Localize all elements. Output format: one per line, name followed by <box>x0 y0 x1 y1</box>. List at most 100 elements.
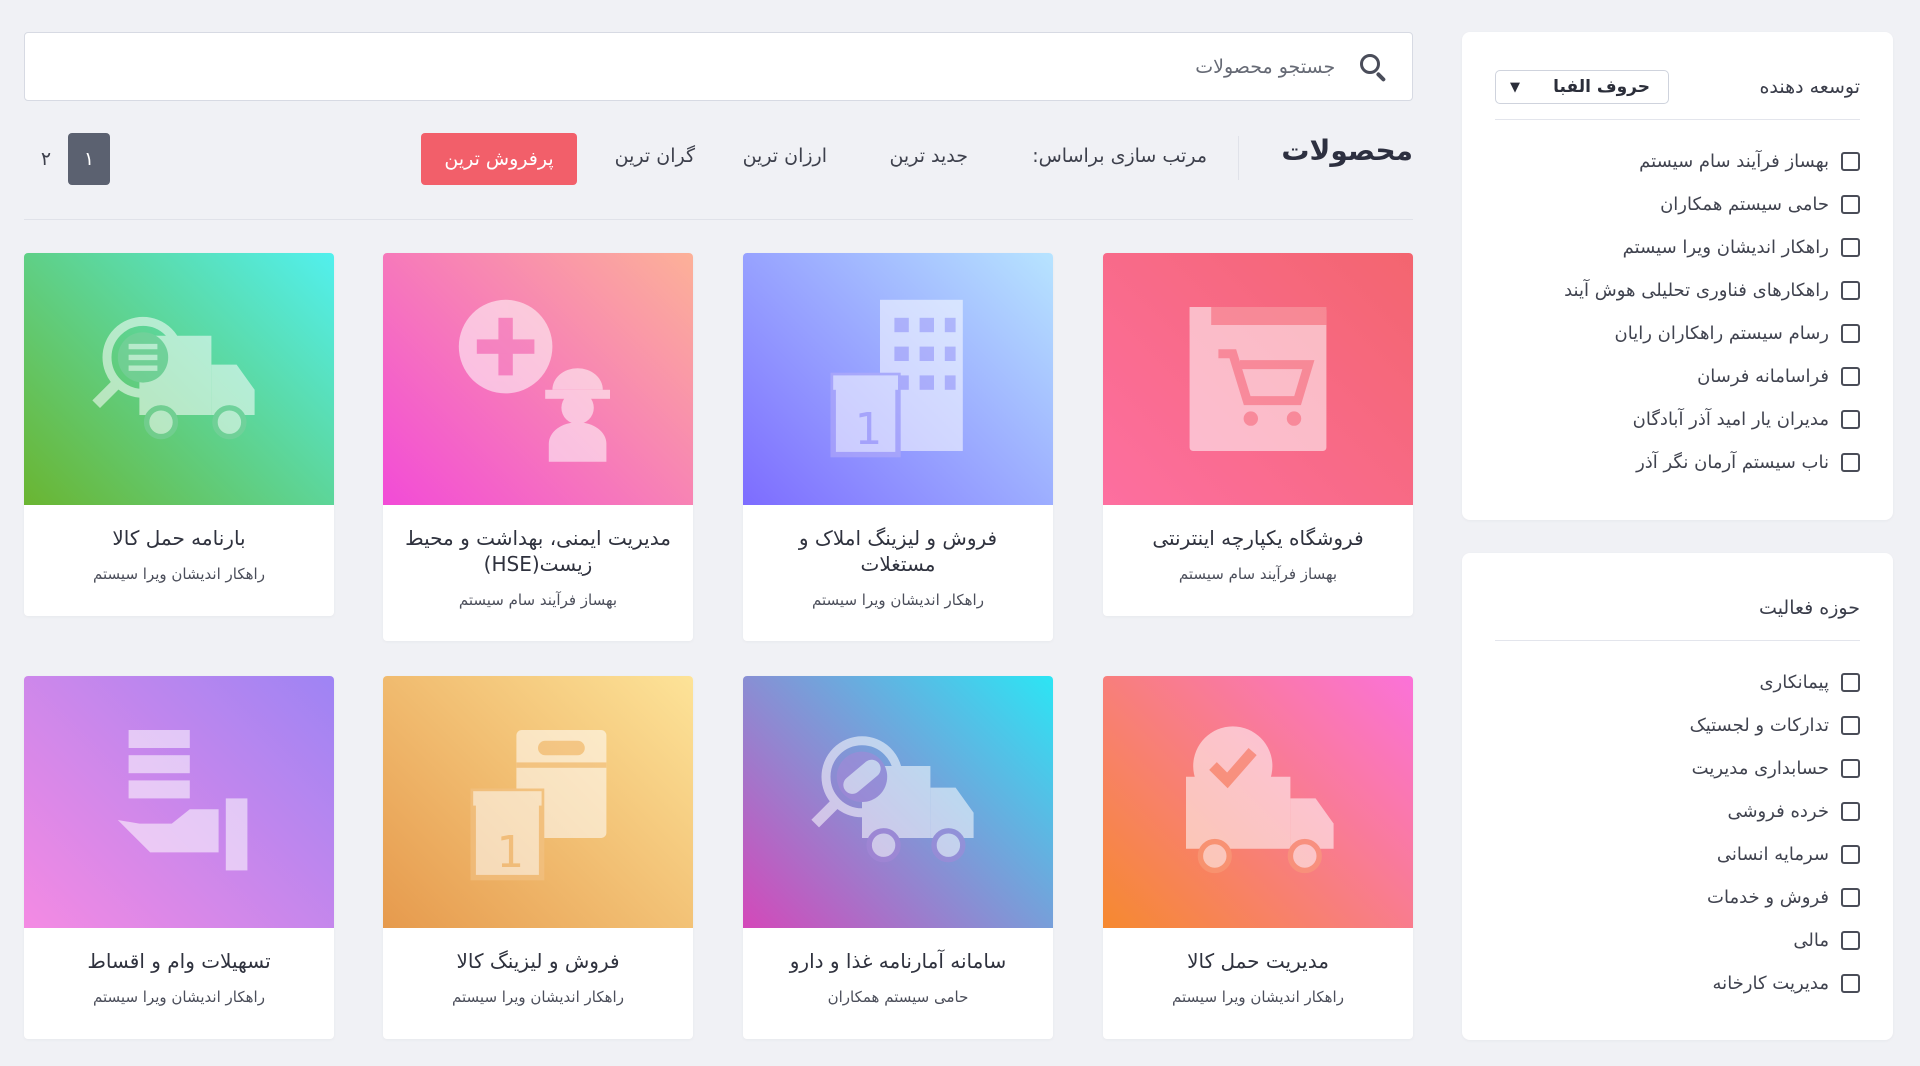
filter-label: رسام سیستم راهکاران رایان <box>1614 323 1829 344</box>
divider <box>24 219 1413 220</box>
checkbox[interactable] <box>1841 888 1860 907</box>
page-2-link[interactable]: ۲ <box>24 148 68 170</box>
product-title: بارنامه حمل کالا <box>112 526 246 550</box>
pagination: ۲ ۱ <box>24 133 110 185</box>
page-1-current[interactable]: ۱ <box>68 133 110 185</box>
product-vendor: راهکار اندیشان ویرا سیستم <box>93 988 265 1006</box>
filter-label: بهساز فرآیند سام سیستم <box>1639 151 1829 172</box>
checkbox[interactable] <box>1841 802 1860 821</box>
checkbox[interactable] <box>1841 845 1860 864</box>
developer-filter-item[interactable]: حامی سیستم همکاران <box>1495 183 1860 226</box>
sort-expensive-link[interactable]: گران ترین <box>615 145 695 167</box>
search-icon[interactable] <box>1357 51 1388 83</box>
safety-worker-icon <box>458 299 610 462</box>
search-input[interactable] <box>49 55 1336 78</box>
product-title: سامانه آمارنامه غذا و دارو <box>789 949 1007 973</box>
developer-filter-item[interactable]: ناب سیستم آرمان نگر آذر <box>1495 441 1860 484</box>
product-image: 1 <box>383 676 693 928</box>
product-title: مدیریت حمل کالا <box>1187 949 1329 973</box>
product-image <box>24 676 334 928</box>
product-vendor: راهکار اندیشان ویرا سیستم <box>812 591 984 609</box>
checkbox[interactable] <box>1841 759 1860 778</box>
activity-filter-item[interactable]: حسابداری مدیریت <box>1495 747 1860 790</box>
filter-label: فروش و خدمات <box>1707 887 1829 908</box>
developer-filter-item[interactable]: مدیران یار امید آذر آبادگان <box>1495 398 1860 441</box>
filter-label: حامی سیستم همکاران <box>1660 194 1829 215</box>
activity-filter-header: حوزه فعالیت <box>1495 579 1860 637</box>
product-card[interactable]: 1 فروش و لیزینگ املاک و مستغلات راهکار ا… <box>743 253 1053 641</box>
alphabetical-sort-select[interactable]: حروف الفبا ▼ <box>1495 70 1669 104</box>
activity-filter-item[interactable]: سرمایه انسانی <box>1495 833 1860 876</box>
chevron-down-icon: ▼ <box>1510 79 1520 95</box>
product-info: تسهیلات وام و اقساط راهکار اندیشان ویرا … <box>24 928 334 1006</box>
activity-filter-item[interactable]: مالی <box>1495 919 1860 962</box>
product-image <box>1103 676 1413 928</box>
product-card[interactable]: تسهیلات وام و اقساط راهکار اندیشان ویرا … <box>24 676 334 1039</box>
boxes-icon: 1 <box>470 730 607 881</box>
activity-filter-item[interactable]: تدارکات و لجستیک <box>1495 704 1860 747</box>
filter-label: پیمانکاری <box>1759 672 1829 693</box>
product-card[interactable]: سامانه آمارنامه غذا و دارو حامی سیستم هم… <box>743 676 1053 1039</box>
developer-filter-list: بهساز فرآیند سام سیستم حامی سیستم همکارا… <box>1495 140 1860 484</box>
checkbox[interactable] <box>1841 195 1860 214</box>
hand-coins-icon <box>117 730 248 871</box>
alphabetical-sort-value: حروف الفبا <box>1553 77 1650 97</box>
checkbox[interactable] <box>1841 152 1860 171</box>
checkbox[interactable] <box>1841 931 1860 950</box>
filter-label: مدیران یار امید آذر آبادگان <box>1632 409 1829 430</box>
shopping-cart-icon <box>1189 307 1327 451</box>
developer-filter-item[interactable]: فراسامانه فرسان <box>1495 355 1860 398</box>
product-card[interactable]: فروشگاه یکپارچه اینترنتی بهساز فرآیند سا… <box>1103 253 1413 616</box>
product-vendor: بهساز فرآیند سام سیستم <box>1178 565 1338 583</box>
sort-cheapest-link[interactable]: ارزان ترین <box>743 145 827 167</box>
building-icon: 1 <box>830 299 963 458</box>
checkbox[interactable] <box>1841 453 1860 472</box>
checkbox[interactable] <box>1841 367 1860 386</box>
divider <box>1495 119 1860 120</box>
page-title: محصولات <box>1281 134 1413 167</box>
filter-label: راهکار اندیشان ویرا سیستم <box>1622 237 1829 258</box>
filter-label: راهکارهای فناوری تحلیلی هوش آیند <box>1564 280 1829 301</box>
product-card[interactable]: 1 فروش و لیزینگ کالا راهکار اندیشان ویرا… <box>383 676 693 1039</box>
activity-filter-item[interactable]: خرده فروشی <box>1495 790 1860 833</box>
developer-filter-item[interactable]: رسام سیستم راهکاران رایان <box>1495 312 1860 355</box>
developer-filter-item[interactable]: بهساز فرآیند سام سیستم <box>1495 140 1860 183</box>
checkbox[interactable] <box>1841 410 1860 429</box>
product-card[interactable]: مدیریت ایمنی، بهداشت و محیط زیست(HSE) به… <box>383 253 693 641</box>
developer-filter-header: توسعه دهنده حروف الفبا ▼ <box>1495 58 1860 116</box>
product-image <box>24 253 334 505</box>
product-title: فروش و لیزینگ کالا <box>456 949 620 973</box>
developer-filter-item[interactable]: راهکار اندیشان ویرا سیستم <box>1495 226 1860 269</box>
product-title: مدیریت ایمنی، بهداشت و محیط زیست(HSE) <box>405 526 671 576</box>
product-info: مدیریت ایمنی، بهداشت و محیط زیست(HSE) به… <box>383 505 693 609</box>
developer-filter-panel: توسعه دهنده حروف الفبا ▼ بهساز فرآیند سا… <box>1462 32 1893 520</box>
product-info: فروش و لیزینگ املاک و مستغلات راهکار اند… <box>743 505 1053 609</box>
activity-filter-item[interactable]: فروش و خدمات <box>1495 876 1860 919</box>
truck-check-icon <box>1186 726 1334 874</box>
filter-label: حسابداری مدیریت <box>1691 758 1829 779</box>
developer-filter-item[interactable]: راهکارهای فناوری تحلیلی هوش آیند <box>1495 269 1860 312</box>
developer-filter-title: توسعه دهنده <box>1759 76 1860 98</box>
activity-filter-title: حوزه فعالیت <box>1759 597 1860 619</box>
svg-text:1: 1 <box>497 828 524 878</box>
divider <box>1495 640 1860 641</box>
checkbox[interactable] <box>1841 238 1860 257</box>
svg-text:1: 1 <box>855 405 882 455</box>
sort-newest-link[interactable]: جدید ترین <box>889 145 968 167</box>
product-card[interactable]: بارنامه حمل کالا راهکار اندیشان ویرا سیس… <box>24 253 334 616</box>
filter-label: فراسامانه فرسان <box>1697 366 1829 387</box>
product-search-bar <box>24 32 1413 101</box>
checkbox[interactable] <box>1841 716 1860 735</box>
checkbox[interactable] <box>1841 324 1860 343</box>
product-card[interactable]: مدیریت حمل کالا راهکار اندیشان ویرا سیست… <box>1103 676 1413 1039</box>
activity-filter-item[interactable]: پیمانکاری <box>1495 661 1860 704</box>
checkbox[interactable] <box>1841 281 1860 300</box>
product-title: فروشگاه یکپارچه اینترنتی <box>1152 526 1364 550</box>
activity-filter-item[interactable]: مدیریت کارخانه <box>1495 962 1860 1005</box>
checkbox[interactable] <box>1841 974 1860 993</box>
truck-search-icon <box>92 316 255 440</box>
filter-label: ناب سیستم آرمان نگر آذر <box>1636 452 1829 473</box>
checkbox[interactable] <box>1841 673 1860 692</box>
filter-label: مدیریت کارخانه <box>1712 973 1829 994</box>
sort-bestseller-button[interactable]: پرفروش ترین <box>421 133 577 185</box>
